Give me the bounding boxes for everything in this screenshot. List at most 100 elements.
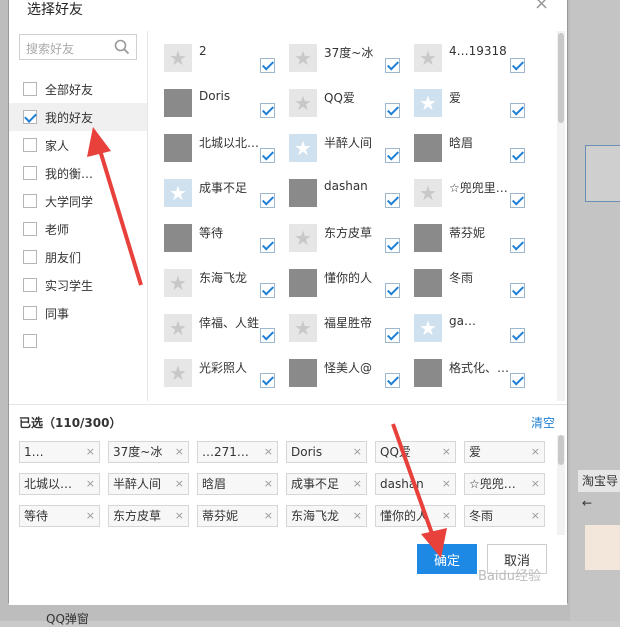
group-item[interactable]: 同事 xyxy=(9,299,147,327)
friend-checkbox-checked[interactable] xyxy=(510,373,525,388)
selected-tag-label: 东海飞龙 xyxy=(291,509,340,523)
checkbox[interactable] xyxy=(23,250,37,264)
friend-checkbox-checked[interactable] xyxy=(385,58,400,73)
friend-item[interactable]: dashan xyxy=(289,179,409,219)
friend-checkbox-checked[interactable] xyxy=(510,328,525,343)
remove-tag-icon[interactable]: × xyxy=(175,474,184,494)
friend-checkbox-checked[interactable] xyxy=(260,283,275,298)
friend-checkbox-checked[interactable] xyxy=(385,283,400,298)
checkbox[interactable] xyxy=(23,334,37,348)
friend-item[interactable]: ★ ga… xyxy=(414,314,534,354)
friend-checkbox-checked[interactable] xyxy=(385,193,400,208)
friend-item[interactable]: 晗眉 xyxy=(414,134,534,174)
friend-item[interactable]: 格式化、… xyxy=(414,359,534,399)
friend-item[interactable]: Doris xyxy=(164,89,284,129)
group-item[interactable] xyxy=(9,327,147,355)
friend-item[interactable]: ★ 成事不足 xyxy=(164,179,284,219)
scrollbar-thumb[interactable] xyxy=(558,435,564,465)
remove-tag-icon[interactable]: × xyxy=(86,442,95,462)
friend-item[interactable]: ★ 37度~冰 xyxy=(289,44,409,84)
selected-tag-label: 成事不足 xyxy=(291,477,340,491)
friend-name: 冬雨 xyxy=(449,271,474,285)
selected-tag: 东方皮草 × xyxy=(108,505,189,527)
checkbox-checked[interactable] xyxy=(23,110,37,124)
remove-tag-icon[interactable]: × xyxy=(86,506,95,526)
friend-checkbox-checked[interactable] xyxy=(385,238,400,253)
friend-item[interactable]: ★ 东方皮草 xyxy=(289,224,409,264)
friend-name: 等待 xyxy=(199,226,224,240)
friend-item[interactable]: ★ 4…19318 xyxy=(414,44,534,84)
friend-name: 37度~冰 xyxy=(324,46,374,60)
group-label: 家人 xyxy=(45,138,70,153)
friend-item[interactable]: ★ 倖福、人鉎 xyxy=(164,314,284,354)
search-input[interactable]: 搜索好友 xyxy=(19,34,137,60)
group-item[interactable]: 全部好友 xyxy=(9,75,147,103)
friend-checkbox-checked[interactable] xyxy=(510,238,525,253)
clear-link[interactable]: 清空 xyxy=(531,414,555,431)
friend-checkbox-checked[interactable] xyxy=(510,103,525,118)
search-icon[interactable] xyxy=(114,39,130,58)
friend-checkbox-checked[interactable] xyxy=(260,148,275,163)
checkbox[interactable] xyxy=(23,222,37,236)
friend-item[interactable]: 冬雨 xyxy=(414,269,534,309)
friend-name: 晗眉 xyxy=(449,136,474,150)
friend-checkbox-checked[interactable] xyxy=(385,373,400,388)
friend-item[interactable]: ★ 东海飞龙 xyxy=(164,269,284,309)
friend-checkbox-checked[interactable] xyxy=(260,373,275,388)
remove-tag-icon[interactable]: × xyxy=(264,442,273,462)
remove-tag-icon[interactable]: × xyxy=(531,474,540,494)
checkbox[interactable] xyxy=(23,166,37,180)
friend-checkbox-checked[interactable] xyxy=(385,103,400,118)
friend-item[interactable]: 蒂芬妮 xyxy=(414,224,534,264)
friend-item[interactable]: 懂你的人 xyxy=(289,269,409,309)
default-avatar-icon: ★ xyxy=(419,46,437,70)
remove-tag-icon[interactable]: × xyxy=(531,442,540,462)
friend-checkbox-checked[interactable] xyxy=(510,193,525,208)
friend-checkbox-checked[interactable] xyxy=(260,58,275,73)
checkbox[interactable] xyxy=(23,194,37,208)
friend-checkbox-checked[interactable] xyxy=(260,328,275,343)
remove-tag-icon[interactable]: × xyxy=(264,506,273,526)
friend-checkbox-checked[interactable] xyxy=(260,238,275,253)
checkbox[interactable] xyxy=(23,82,37,96)
remove-tag-icon[interactable]: × xyxy=(531,506,540,526)
remove-tag-icon[interactable]: × xyxy=(353,474,362,494)
friend-checkbox-checked[interactable] xyxy=(510,148,525,163)
selected-tag: 等待 × xyxy=(19,505,100,527)
selected-tag-label: 冬雨 xyxy=(469,509,494,523)
friend-name: 北城以北… xyxy=(199,136,260,150)
friend-item[interactable]: ★ 爱 xyxy=(414,89,534,129)
friend-item[interactable]: ★ 2 xyxy=(164,44,284,84)
checkbox[interactable] xyxy=(23,278,37,292)
friend-item[interactable]: ★ 半醉人间 xyxy=(289,134,409,174)
remove-tag-icon[interactable]: × xyxy=(86,474,95,494)
default-avatar-icon: ★ xyxy=(294,316,312,340)
default-avatar-icon: ★ xyxy=(419,91,437,115)
friend-item[interactable]: 等待 xyxy=(164,224,284,264)
friend-list-scrollbar[interactable] xyxy=(557,31,565,401)
friend-item[interactable]: ★ 福星胜帝 xyxy=(289,314,409,354)
scrollbar-thumb[interactable] xyxy=(558,33,564,123)
checkbox[interactable] xyxy=(23,138,37,152)
friend-checkbox-checked[interactable] xyxy=(385,328,400,343)
remove-tag-icon[interactable]: × xyxy=(175,506,184,526)
annotation-arrow-right xyxy=(391,423,447,558)
remove-tag-icon[interactable]: × xyxy=(353,506,362,526)
friend-item[interactable]: ★ QQ爱 xyxy=(289,89,409,129)
avatar xyxy=(414,359,442,387)
friend-checkbox-checked[interactable] xyxy=(510,283,525,298)
remove-tag-icon[interactable]: × xyxy=(353,442,362,462)
friend-checkbox-checked[interactable] xyxy=(260,193,275,208)
friend-checkbox-checked[interactable] xyxy=(510,58,525,73)
friend-checkbox-checked[interactable] xyxy=(385,148,400,163)
friend-item[interactable]: ★ ☆兜兜里… xyxy=(414,179,534,219)
checkbox[interactable] xyxy=(23,306,37,320)
close-icon[interactable]: × xyxy=(534,0,549,14)
selected-scrollbar[interactable] xyxy=(557,435,565,535)
remove-tag-icon[interactable]: × xyxy=(175,442,184,462)
friend-item[interactable]: 北城以北… xyxy=(164,134,284,174)
friend-checkbox-checked[interactable] xyxy=(260,103,275,118)
remove-tag-icon[interactable]: × xyxy=(264,474,273,494)
friend-item[interactable]: 怪美人@ xyxy=(289,359,409,399)
friend-item[interactable]: ★ 光彩照人 xyxy=(164,359,284,399)
